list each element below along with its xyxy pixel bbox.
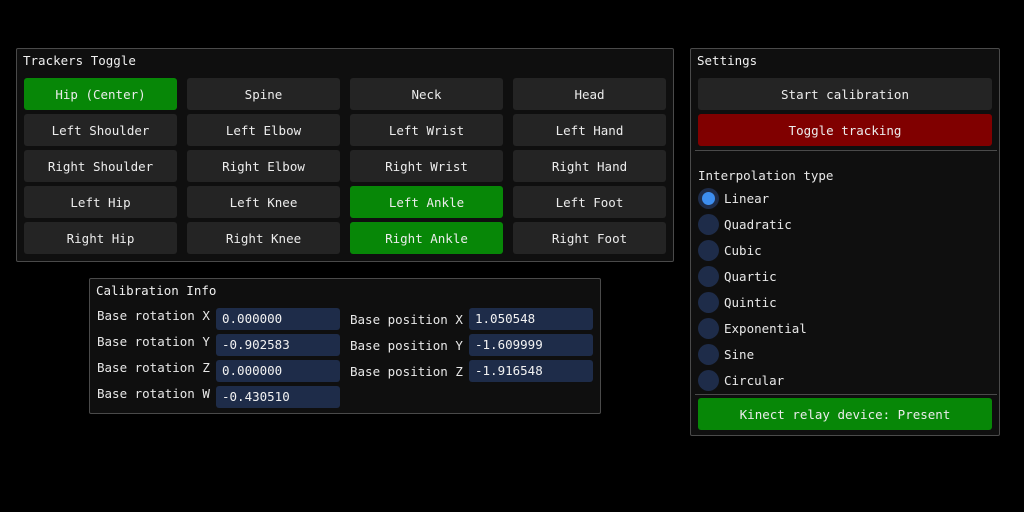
tracker-button-left-hip[interactable]: Left Hip (24, 186, 177, 218)
tracker-button-left-elbow[interactable]: Left Elbow (187, 114, 340, 146)
radio-button-icon[interactable] (698, 265, 719, 287)
tracker-button-right-elbow[interactable]: Right Elbow (187, 150, 340, 182)
radio-button-icon[interactable] (698, 187, 719, 209)
interpolation-type-label: Interpolation type (698, 168, 834, 183)
interpolation-option-label: Circular (724, 372, 785, 388)
tracker-button-left-wrist[interactable]: Left Wrist (350, 114, 503, 146)
interpolation-option-cubic[interactable]: Cubic (698, 239, 762, 261)
base-rotation-y-field[interactable]: -0.902583 (216, 334, 340, 356)
settings-separator-bottom (695, 394, 997, 395)
base-rotation-x-field[interactable]: 0.000000 (216, 308, 340, 330)
radio-button-icon[interactable] (698, 317, 719, 339)
interpolation-option-label: Cubic (724, 242, 762, 258)
tracker-button-left-knee[interactable]: Left Knee (187, 186, 340, 218)
radio-button-icon[interactable] (698, 343, 719, 365)
interpolation-option-label: Quadratic (724, 216, 792, 232)
interpolation-option-quintic[interactable]: Quintic (698, 291, 777, 313)
tracker-button-left-foot[interactable]: Left Foot (513, 186, 666, 218)
radio-button-icon[interactable] (698, 369, 719, 391)
calibration-info-title: Calibration Info (96, 283, 217, 298)
settings-title: Settings (697, 53, 758, 68)
tracker-button-right-knee[interactable]: Right Knee (187, 222, 340, 254)
tracker-button-right-ankle[interactable]: Right Ankle (350, 222, 503, 254)
tracker-button-left-ankle[interactable]: Left Ankle (350, 186, 503, 218)
interpolation-option-quadratic[interactable]: Quadratic (698, 213, 792, 235)
kinect-relay-device-status: Kinect relay device: Present (698, 398, 992, 430)
tracker-button-spine[interactable]: Spine (187, 78, 340, 110)
tracker-button-right-shoulder[interactable]: Right Shoulder (24, 150, 177, 182)
base-position-x-label: Base position X (350, 312, 463, 327)
radio-button-icon[interactable] (698, 291, 719, 313)
base-rotation-z-field[interactable]: 0.000000 (216, 360, 340, 382)
base-position-z-field[interactable]: -1.916548 (469, 360, 593, 382)
base-rotation-z-label: Base rotation Z (97, 360, 210, 375)
radio-button-icon[interactable] (698, 213, 719, 235)
settings-separator-top (695, 150, 997, 151)
interpolation-option-sine[interactable]: Sine (698, 343, 754, 365)
trackers-toggle-title: Trackers Toggle (23, 53, 136, 68)
tracker-button-right-wrist[interactable]: Right Wrist (350, 150, 503, 182)
tracker-button-right-hand[interactable]: Right Hand (513, 150, 666, 182)
trackers-toggle-panel: Trackers Toggle Hip (Center) Spine Neck Hea… (16, 48, 674, 262)
interpolation-option-label: Quartic (724, 268, 777, 284)
base-position-z-label: Base position Z (350, 364, 463, 379)
interpolation-option-linear[interactable]: Linear (698, 187, 769, 209)
tracker-button-neck[interactable]: Neck (350, 78, 503, 110)
toggle-tracking-button[interactable]: Toggle tracking (698, 114, 992, 146)
base-position-y-label: Base position Y (350, 338, 463, 353)
tracker-button-left-shoulder[interactable]: Left Shoulder (24, 114, 177, 146)
tracker-button-right-hip[interactable]: Right Hip (24, 222, 177, 254)
tracker-button-right-foot[interactable]: Right Foot (513, 222, 666, 254)
base-rotation-w-field[interactable]: -0.430510 (216, 386, 340, 408)
radio-selected-dot-icon (702, 191, 715, 205)
tracker-button-left-hand[interactable]: Left Hand (513, 114, 666, 146)
interpolation-option-quartic[interactable]: Quartic (698, 265, 777, 287)
base-rotation-w-label: Base rotation W (97, 386, 210, 401)
base-position-y-field[interactable]: -1.609999 (469, 334, 593, 356)
base-rotation-x-label: Base rotation X (97, 308, 210, 323)
interpolation-option-circular[interactable]: Circular (698, 369, 784, 391)
base-position-x-field[interactable]: 1.050548 (469, 308, 593, 330)
base-rotation-y-label: Base rotation Y (97, 334, 210, 349)
interpolation-option-label: Sine (724, 346, 755, 362)
interpolation-option-label: Exponential (724, 320, 807, 336)
interpolation-option-label: Quintic (724, 294, 777, 310)
start-calibration-button[interactable]: Start calibration (698, 78, 992, 110)
settings-panel: Settings Start calibration Toggle tracki… (690, 48, 1000, 436)
interpolation-option-exponential[interactable]: Exponential (698, 317, 807, 339)
calibration-info-panel: Calibration Info Base rotation X 0.00000… (89, 278, 601, 414)
tracker-button-hip-center[interactable]: Hip (Center) (24, 78, 177, 110)
radio-button-icon[interactable] (698, 239, 719, 261)
tracker-button-head[interactable]: Head (513, 78, 666, 110)
interpolation-option-label: Linear (724, 190, 770, 206)
